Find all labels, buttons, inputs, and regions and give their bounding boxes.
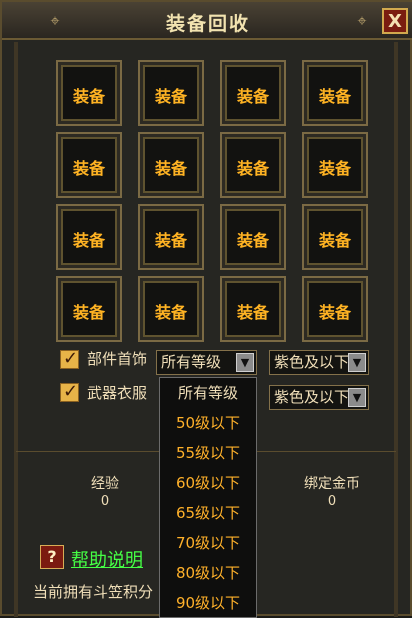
window-title: 装备回收 (165, 13, 250, 35)
dropdown-option[interactable]: 60级以下 (160, 468, 256, 498)
dropdown-option[interactable]: 65级以下 (160, 498, 256, 528)
chevron-down-icon: ▼ (348, 388, 366, 407)
equipment-slot[interactable]: 装备 (302, 204, 368, 270)
slot-label: 装备 (154, 159, 187, 178)
slot-label: 装备 (72, 87, 105, 106)
quality-select-value: 紫色及以下 (274, 388, 350, 406)
points-text: 当前拥有斗笠积分 (33, 583, 154, 601)
dropdown-option[interactable]: 80级以下 (160, 558, 256, 588)
equipment-slot[interactable]: 装备 (220, 204, 286, 270)
quality-select-weapons-clothes[interactable]: 紫色及以下 ▼ (269, 385, 369, 410)
title-bar: ⌖ 装备回收 ⌖ X (2, 2, 412, 40)
level-select[interactable]: 所有等级 ▼ (156, 350, 257, 375)
dropdown-option[interactable]: 55级以下 (160, 438, 256, 468)
equipment-slot[interactable]: 装备 (138, 132, 204, 198)
exp-value: 0 (100, 494, 110, 509)
exp-label: 经验 (91, 476, 119, 492)
equipment-recycle-window: ⌖ 装备回收 ⌖ X 装备 装备 装备 装备 装备 装备 装备 装备 装备 装备… (0, 0, 412, 618)
slot-label: 装备 (154, 231, 187, 250)
equipment-slot[interactable]: 装备 (56, 132, 122, 198)
equipment-slot[interactable]: 装备 (220, 276, 286, 342)
dropdown-option[interactable]: 90级以下 (160, 588, 256, 618)
slot-label: 装备 (72, 159, 105, 178)
slot-label: 装备 (318, 159, 351, 178)
equipment-slot[interactable]: 装备 (138, 276, 204, 342)
bound-gold-value: 0 (327, 494, 337, 509)
dropdown-option[interactable]: 50级以下 (160, 408, 256, 438)
dropdown-option[interactable]: 所有等级 (160, 378, 256, 408)
help-link[interactable]: 帮助说明 (71, 546, 143, 572)
equipment-slot[interactable]: 装备 (138, 204, 204, 270)
equipment-slot[interactable]: 装备 (56, 276, 122, 342)
bound-gold-label: 绑定金币 (304, 476, 360, 492)
right-frame-line (394, 42, 398, 617)
slot-label: 装备 (318, 303, 351, 322)
equipment-slot[interactable]: 装备 (56, 204, 122, 270)
slot-label: 装备 (318, 231, 351, 250)
dropdown-option[interactable]: 70级以下 (160, 528, 256, 558)
equipment-slot[interactable]: 装备 (302, 276, 368, 342)
filter-label-accessories: 部件首饰 (87, 350, 148, 368)
equipment-slot-grid: 装备 装备 装备 装备 装备 装备 装备 装备 装备 装备 装备 装备 装备 装… (56, 60, 374, 342)
chevron-down-icon: ▼ (348, 353, 366, 372)
slot-label: 装备 (72, 231, 105, 250)
equipment-slot[interactable]: 装备 (138, 60, 204, 126)
close-button[interactable]: X (382, 8, 408, 34)
equipment-slot[interactable]: 装备 (302, 132, 368, 198)
slot-label: 装备 (72, 303, 105, 322)
checkbox-accessories[interactable] (60, 348, 79, 369)
filter-label-weapons-clothes: 武器衣服 (87, 384, 148, 402)
equipment-slot[interactable]: 装备 (220, 132, 286, 198)
quality-select-accessories[interactable]: 紫色及以下 ▼ (269, 350, 369, 375)
checkbox-weapons-clothes[interactable] (60, 381, 79, 402)
slot-label: 装备 (318, 87, 351, 106)
quality-select-value: 紫色及以下 (274, 353, 350, 371)
left-frame-line (14, 42, 18, 617)
equipment-slot[interactable]: 装备 (220, 60, 286, 126)
equipment-slot[interactable]: 装备 (56, 60, 122, 126)
level-dropdown-menu: 所有等级 50级以下 55级以下 60级以下 65级以下 70级以下 80级以下… (159, 377, 257, 618)
slot-label: 装备 (236, 159, 269, 178)
chevron-down-icon: ▼ (236, 353, 254, 372)
help-question-icon[interactable]: ? (40, 545, 64, 569)
level-select-value: 所有等级 (161, 353, 222, 371)
slot-label: 装备 (236, 87, 269, 106)
right-ornament-icon: ⌖ (357, 11, 367, 30)
slot-label: 装备 (236, 303, 269, 322)
equipment-slot[interactable]: 装备 (302, 60, 368, 126)
slot-label: 装备 (154, 303, 187, 322)
slot-label: 装备 (154, 87, 187, 106)
slot-label: 装备 (236, 231, 269, 250)
